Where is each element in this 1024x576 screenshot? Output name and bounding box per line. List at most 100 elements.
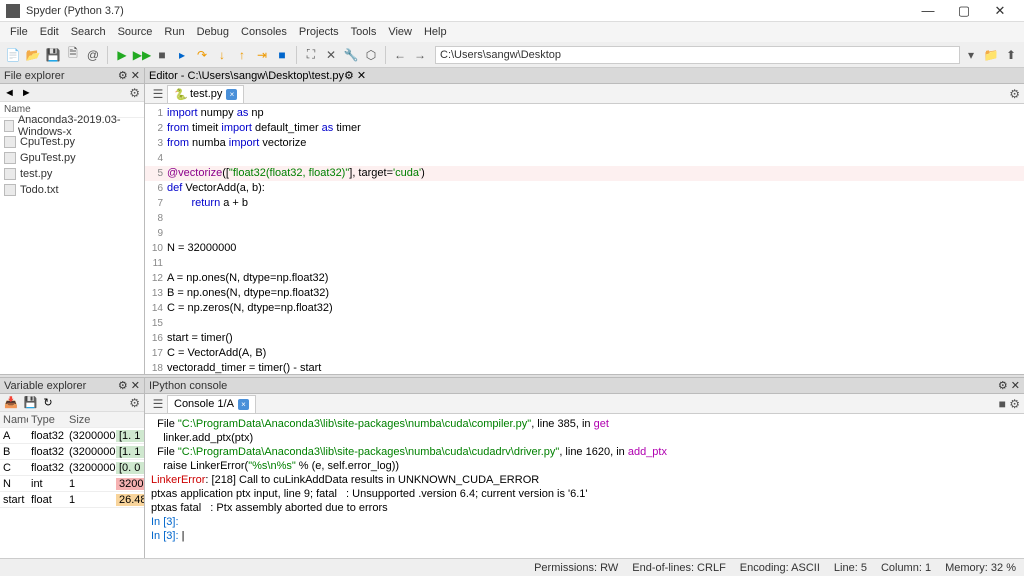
forward-icon[interactable]: → (411, 46, 429, 64)
main-toolbar: 📄 📂 💾 🗎 @ ▶ ▶▶ ■ ▸ ↷ ↓ ↑ ⇥ ■ ⛶ ✕ 🔧 ⬡ ← →… (0, 42, 1024, 68)
titlebar: Spyder (Python 3.7) — ▢ ✕ (0, 0, 1024, 22)
status-permissions: Permissions: RW (534, 562, 618, 574)
console-tab-list-icon[interactable]: ☰ (149, 395, 167, 413)
varex-pane-close[interactable]: ⚙ ✕ (118, 379, 140, 392)
ve-import-icon[interactable]: 📥 (4, 396, 18, 409)
status-column: Column: 1 (881, 562, 931, 574)
file-name: CpuTest.py (20, 136, 75, 148)
separator (107, 46, 108, 64)
continue-icon[interactable]: ⇥ (253, 46, 271, 64)
close-button[interactable]: ✕ (982, 3, 1018, 19)
console-tab-label: Console 1/A (174, 398, 234, 410)
file-explorer-toolbar: ◄ ► ⚙ (0, 84, 144, 102)
stop-icon[interactable]: ■ (153, 46, 171, 64)
fe-fwd-icon[interactable]: ► (21, 87, 32, 99)
var-row[interactable]: Bfloat32(32000000,)[1. 1 (0, 444, 144, 460)
editor-pane-close[interactable]: ⚙ ✕ (344, 69, 366, 82)
editor-header: Editor - C:\Users\sangw\Desktop\test.py … (145, 68, 1024, 84)
app-icon (6, 4, 20, 18)
file-icon (4, 152, 16, 164)
maximize-button[interactable]: ▢ (946, 3, 982, 19)
new-file-icon[interactable]: 📄 (4, 46, 22, 64)
file-name: GpuTest.py (20, 152, 76, 164)
run-cell-icon[interactable]: ▶▶ (133, 46, 151, 64)
console-tab-close-icon[interactable]: × (238, 399, 249, 410)
var-row[interactable]: Afloat32(32000000,)[1. 1 (0, 428, 144, 444)
var-row[interactable]: Nint13200 (0, 476, 144, 492)
minimize-button[interactable]: — (910, 3, 946, 18)
menu-debug[interactable]: Debug (191, 26, 235, 38)
separator (385, 46, 386, 64)
menu-consoles[interactable]: Consoles (235, 26, 293, 38)
working-dir-input[interactable]: C:\Users\sangw\Desktop (435, 46, 960, 64)
menu-search[interactable]: Search (65, 26, 112, 38)
menu-projects[interactable]: Projects (293, 26, 345, 38)
fe-back-icon[interactable]: ◄ (4, 87, 15, 99)
dropdown-icon[interactable]: ▾ (962, 46, 980, 64)
var-explorer-title: Variable explorer (4, 380, 86, 392)
open-file-icon[interactable]: 📂 (24, 46, 42, 64)
python-file-icon: 🐍 (174, 88, 186, 100)
menu-tools[interactable]: Tools (345, 26, 383, 38)
file-explorer-title: File explorer (4, 70, 65, 82)
file-explorer-header: File explorer ⚙ ✕ (0, 68, 144, 84)
run-icon[interactable]: ▶ (113, 46, 131, 64)
menu-edit[interactable]: Edit (34, 26, 65, 38)
menu-view[interactable]: View (382, 26, 418, 38)
step-in-icon[interactable]: ↓ (213, 46, 231, 64)
var-explorer-header: Variable explorer ⚙ ✕ (0, 378, 144, 394)
console-pane-close[interactable]: ⚙ ✕ (998, 379, 1020, 392)
save-icon[interactable]: 💾 (44, 46, 62, 64)
menu-source[interactable]: Source (112, 26, 159, 38)
menu-file[interactable]: File (4, 26, 34, 38)
var-table[interactable]: NameTypeSizeAfloat32(32000000,)[1. 1Bflo… (0, 412, 144, 558)
console-output[interactable]: File "C:\ProgramData\Anaconda3\lib\site-… (145, 414, 1024, 558)
save-all-icon[interactable]: 🗎 (64, 46, 82, 64)
tab-list-icon[interactable]: ☰ (149, 85, 167, 103)
console-stop-icon[interactable]: ■ ⚙ (999, 397, 1020, 411)
window-title: Spyder (Python 3.7) (26, 5, 910, 17)
file-item[interactable]: test.py (0, 166, 144, 182)
fullscreen-icon[interactable]: ✕ (322, 46, 340, 64)
browse-dir-icon[interactable]: 📁 (982, 46, 1000, 64)
at-icon[interactable]: @ (84, 46, 102, 64)
file-item[interactable]: GpuTest.py (0, 150, 144, 166)
fe-gear-icon[interactable]: ⚙ (129, 86, 140, 100)
debug-icon[interactable]: ▸ (173, 46, 191, 64)
step-over-icon[interactable]: ↷ (193, 46, 211, 64)
status-encoding: Encoding: ASCII (740, 562, 820, 574)
console-tab[interactable]: Console 1/A × (167, 395, 256, 413)
pythonpath-icon[interactable]: ⬡ (362, 46, 380, 64)
code-editor[interactable]: 1import numpy as np2from timeit import d… (145, 104, 1024, 374)
file-icon (4, 168, 16, 180)
menu-run[interactable]: Run (158, 26, 190, 38)
file-item[interactable]: Todo.txt (0, 182, 144, 198)
preferences-icon[interactable]: 🔧 (342, 46, 360, 64)
file-icon (4, 184, 16, 196)
editor-tabs-gear-icon[interactable]: ⚙ (1009, 87, 1020, 101)
var-row[interactable]: Cfloat32(32000000,)[0. 0 (0, 460, 144, 476)
ve-refresh-icon[interactable]: ↻ (43, 396, 52, 409)
statusbar: Permissions: RW End-of-lines: CRLF Encod… (0, 558, 1024, 576)
status-memory: Memory: 32 % (945, 562, 1016, 574)
var-explorer-toolbar: 📥 💾 ↻ ⚙ (0, 394, 144, 412)
file-icon (4, 120, 14, 132)
stop-debug-icon[interactable]: ■ (273, 46, 291, 64)
console-title: IPython console (149, 380, 227, 392)
menu-help[interactable]: Help (418, 26, 453, 38)
ve-save-icon[interactable]: 💾 (24, 396, 38, 409)
file-item[interactable]: Anaconda3-2019.03-Windows-x (0, 118, 144, 134)
status-eol: End-of-lines: CRLF (632, 562, 726, 574)
tab-close-icon[interactable]: × (226, 89, 237, 100)
back-icon[interactable]: ← (391, 46, 409, 64)
maximize-pane-icon[interactable]: ⛶ (302, 46, 320, 64)
ve-gear-icon[interactable]: ⚙ (129, 396, 140, 410)
var-row[interactable]: startfloat126.48 (0, 492, 144, 508)
console-tabs: ☰ Console 1/A × ■ ⚙ (145, 394, 1024, 414)
parent-dir-icon[interactable]: ⬆ (1002, 46, 1020, 64)
file-explorer-list[interactable]: Name Anaconda3-2019.03-Windows-xCpuTest.… (0, 102, 144, 374)
tab-test-py[interactable]: 🐍 test.py × (167, 85, 244, 103)
pane-options-icon[interactable]: ⚙ ✕ (118, 69, 140, 82)
step-out-icon[interactable]: ↑ (233, 46, 251, 64)
file-name: Todo.txt (20, 184, 59, 196)
